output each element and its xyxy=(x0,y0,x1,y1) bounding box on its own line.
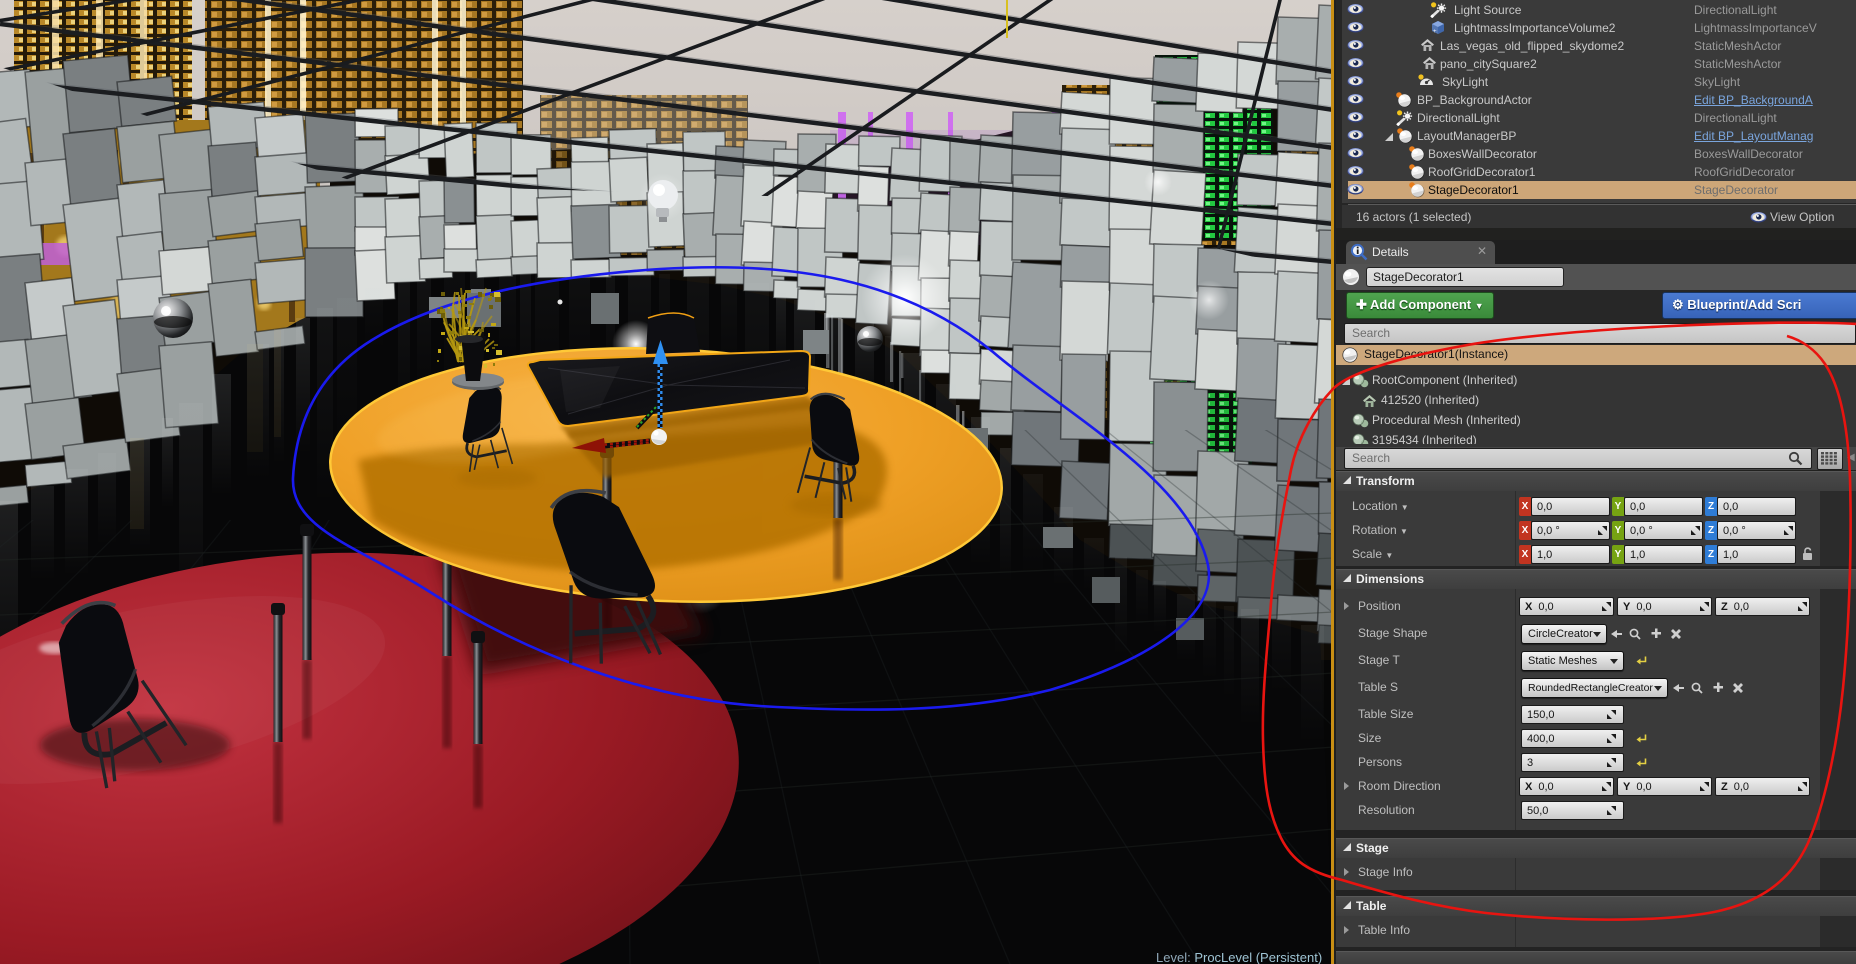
svg-text:Level: ProcLevel (Persistent): Level: ProcLevel (Persistent) xyxy=(1156,950,1322,964)
svg-text:+: + xyxy=(1433,29,1437,35)
